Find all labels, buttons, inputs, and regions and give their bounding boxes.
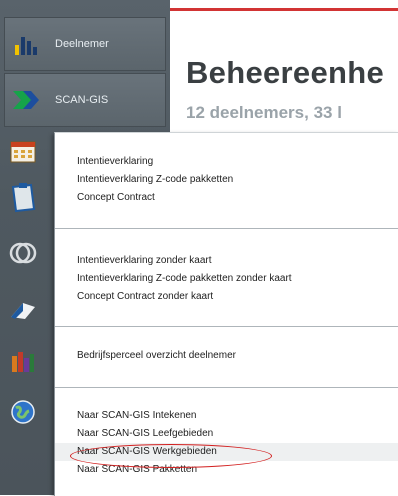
menu-item-scan-gis-intekenen[interactable]: Naar SCAN-GIS Intekenen <box>55 407 398 425</box>
menu-separator <box>55 228 398 229</box>
menu-item-bedrijfsperceel-overzicht[interactable]: Bedrijfsperceel overzicht deelnemer <box>55 347 398 365</box>
menu-separator <box>55 326 398 327</box>
sidebar-item-label: Deelnemer <box>55 38 109 50</box>
arrow-logo-icon <box>5 78 49 122</box>
menu-item-intentieverklaring-z-code[interactable]: Intentieverklaring Z-code pakketten <box>55 171 398 189</box>
calendar-icon[interactable] <box>8 136 38 166</box>
menu-item-intentieverklaring-zonder-kaart[interactable]: Intentieverklaring zonder kaart <box>55 252 398 270</box>
menu-item-scan-gis-pakketten[interactable]: Naar SCAN-GIS Pakketten <box>55 461 398 479</box>
circles-icon[interactable] <box>8 238 38 268</box>
menu-item-scan-gis-werkgebieden[interactable]: Naar SCAN-GIS Werkgebieden <box>55 443 398 461</box>
bar-chart-icon <box>5 22 49 66</box>
menu-item-concept-contract-zonder-kaart[interactable]: Concept Contract zonder kaart <box>55 288 398 306</box>
sidebar-item-label: SCAN-GIS <box>55 94 109 106</box>
context-menu: Intentieverklaring Intentieverklaring Z-… <box>54 132 398 496</box>
page-subtitle: 12 deelnemers, 33 l <box>186 103 342 122</box>
header-accent-bar <box>170 8 398 11</box>
bar-stats-icon[interactable] <box>8 346 38 376</box>
map-fold-icon[interactable] <box>8 295 38 325</box>
menu-item-intentieverklaring-z-code-zonder-kaart[interactable]: Intentieverklaring Z-code pakketten zond… <box>55 270 398 288</box>
menu-item-scan-gis-leefgebieden[interactable]: Naar SCAN-GIS Leefgebieden <box>55 425 398 443</box>
page-title: Beheereenhe <box>186 55 385 90</box>
menu-separator <box>55 387 398 388</box>
globe-icon[interactable] <box>8 397 38 427</box>
sidebar-item-deelnemer[interactable]: Deelnemer <box>4 17 166 71</box>
clipboard-icon[interactable] <box>8 183 38 213</box>
menu-item-intentieverklaring[interactable]: Intentieverklaring <box>55 153 398 171</box>
menu-item-concept-contract[interactable]: Concept Contract <box>55 189 398 207</box>
sidebar-item-scan-gis[interactable]: SCAN-GIS <box>4 73 166 127</box>
